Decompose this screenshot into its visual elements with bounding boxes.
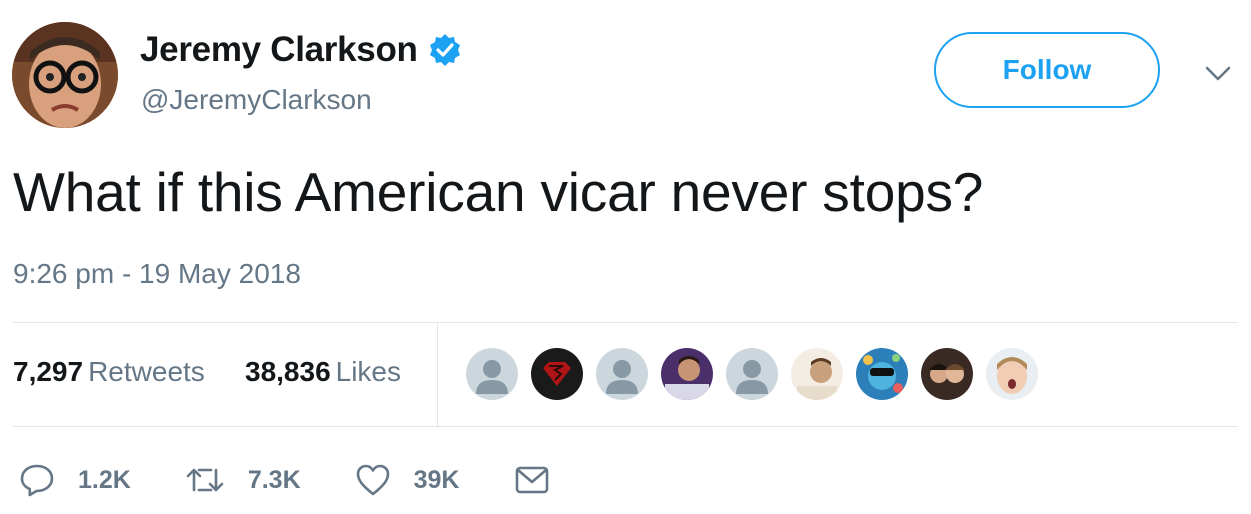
default-avatar-icon — [596, 348, 648, 400]
retweets-stat[interactable]: 7,297 Retweets — [13, 356, 205, 388]
author-display-name[interactable]: Jeremy Clarkson — [140, 30, 418, 70]
tweet-actions: 1.2K 7.3K 39K — [19, 458, 604, 502]
liker-avatar[interactable] — [660, 347, 714, 401]
retweet-count: 7.3K — [247, 465, 301, 494]
liker-avatar[interactable] — [985, 347, 1039, 401]
superman-logo-avatar — [531, 348, 583, 400]
divider — [437, 323, 438, 426]
liker-avatar[interactable] — [530, 347, 584, 401]
liker-avatar[interactable] — [595, 347, 649, 401]
reply-count: 1.2K — [78, 465, 131, 494]
likes-label: Likes — [335, 356, 402, 387]
direct-message-button[interactable] — [514, 465, 550, 495]
like-count: 39K — [413, 465, 460, 494]
author-handle[interactable]: @JeremyClarkson — [141, 84, 372, 116]
profile-avatar[interactable] — [12, 22, 118, 128]
likes-stat[interactable]: 38,836 Likes — [245, 356, 401, 388]
liker-avatar[interactable] — [725, 347, 779, 401]
liker-avatar[interactable] — [920, 347, 974, 401]
liker-avatar[interactable] — [855, 347, 909, 401]
retweets-count: 7,297 — [13, 356, 84, 387]
reply-button[interactable]: 1.2K — [19, 462, 131, 498]
retweet-button[interactable]: 7.3K — [185, 462, 301, 498]
default-avatar-icon — [726, 348, 778, 400]
follow-button[interactable]: Follow — [934, 32, 1160, 108]
tweet-text: What if this American vicar never stops? — [13, 161, 984, 223]
liker-avatar[interactable] — [465, 347, 519, 401]
chevron-down-icon[interactable] — [1203, 64, 1233, 84]
default-avatar-icon — [466, 348, 518, 400]
envelope-icon — [515, 466, 548, 494]
divider — [13, 426, 1238, 427]
liker-avatar[interactable] — [790, 347, 844, 401]
likers-avatars — [465, 347, 1050, 401]
heart-icon — [356, 464, 389, 496]
likes-count: 38,836 — [245, 356, 331, 387]
photo-avatar — [986, 348, 1038, 400]
cartoon-avatar — [856, 348, 908, 400]
reply-icon — [20, 464, 54, 497]
tweet-timestamp[interactable]: 9:26 pm - 19 May 2018 — [13, 258, 301, 290]
author-name-row: Jeremy Clarkson — [140, 30, 462, 70]
verified-badge-icon — [428, 33, 462, 67]
retweets-label: Retweets — [88, 356, 205, 387]
like-button[interactable]: 39K — [355, 463, 460, 497]
photo-avatar — [661, 348, 713, 400]
retweet-icon — [186, 468, 224, 492]
divider — [13, 322, 1238, 323]
photo-avatar — [791, 348, 843, 400]
photo-avatar — [921, 348, 973, 400]
